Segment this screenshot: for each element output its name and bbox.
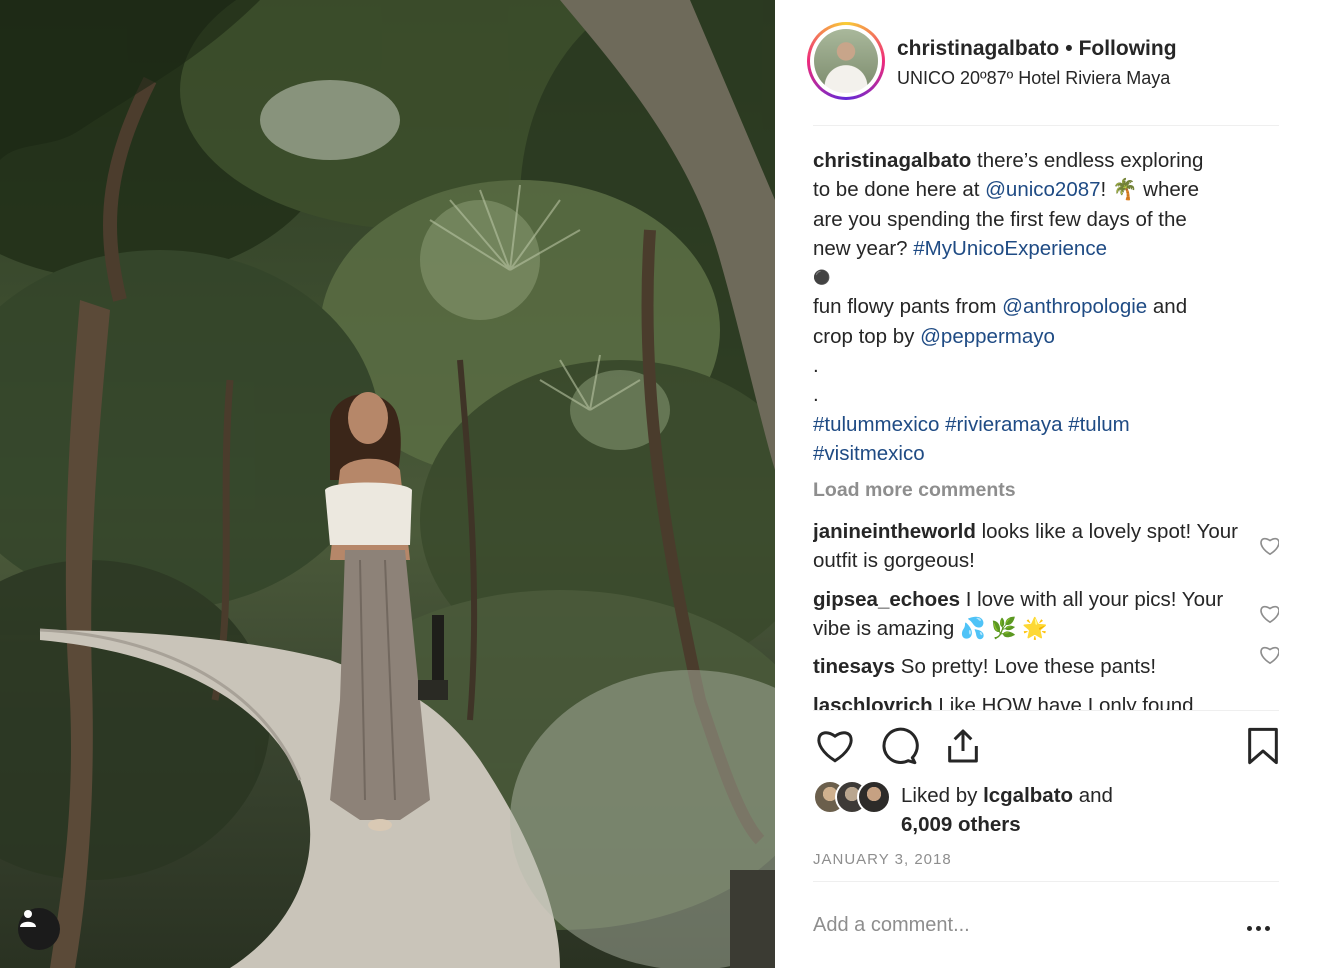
caption-text: and [1147, 295, 1188, 319]
liker-avatar[interactable] [857, 780, 891, 814]
liked-by-user[interactable]: lcgalbato [983, 784, 1073, 807]
mention-link[interactable]: @anthropologie [1002, 295, 1147, 318]
comment-row: laschlovrich Like HOW have I only found [813, 692, 1279, 710]
post-photo[interactable] [0, 0, 775, 968]
liked-by-text: Liked by lcgalbato and 6,009 others [901, 781, 1113, 839]
caption-bullet: ⚫ [813, 269, 831, 286]
comment-row: gipsea_echoes I love with all your pics!… [813, 586, 1279, 644]
caption-text: ! 🌴 where [1100, 178, 1199, 202]
caption-text: are you spending the first few days of t… [813, 207, 1187, 231]
heart-icon[interactable] [1259, 645, 1279, 665]
share-icon [948, 729, 978, 763]
heart-icon [817, 731, 853, 763]
like-button[interactable] [813, 724, 857, 768]
person-icon [20, 910, 36, 927]
comment-text: So pretty! Love these pants! [900, 655, 1157, 679]
post-side-panel: christinagalbato • Following UNICO 20º87º … [775, 0, 1332, 968]
avatar [814, 29, 878, 93]
following-button[interactable]: Following [1079, 37, 1177, 60]
share-button[interactable] [941, 724, 985, 768]
more-options-button[interactable] [1247, 918, 1277, 938]
caption-text: fun flowy pants from [813, 295, 1003, 319]
caption-text: new year? [813, 236, 914, 260]
save-button[interactable] [1241, 724, 1285, 768]
mention-link[interactable]: @peppermayo [920, 325, 1055, 348]
caption-username[interactable]: christinagalbato [813, 149, 971, 172]
hashtag-links[interactable]: #visitmexico [813, 439, 1279, 468]
likes-section: Liked by lcgalbato and 6,009 others [813, 778, 1279, 848]
comment-username[interactable]: janineintheworld [813, 520, 976, 543]
caption: christinagalbato there’s endless explori… [813, 146, 1279, 468]
bookmark-icon [1248, 727, 1278, 765]
header-username[interactable]: christinagalbato [897, 37, 1059, 60]
likes-count[interactable]: 6,009 others [901, 813, 1021, 836]
post-date[interactable]: JANUARY 3, 2018 [813, 851, 952, 868]
caption-text: to be done here at [813, 178, 986, 202]
comment-username[interactable]: tinesays [813, 655, 895, 678]
liked-by-mid: and [1073, 784, 1113, 807]
comment-row: tinesays So pretty! Love these pants! [813, 647, 1279, 682]
more-options-icon [1247, 925, 1252, 931]
caption-text: crop top by [813, 324, 921, 348]
comment-username[interactable]: gipsea_echoes [813, 588, 960, 611]
caption-dot: . [813, 383, 819, 407]
add-comment-input[interactable]: Add a comment... [813, 914, 970, 937]
load-more-comments-button[interactable]: Load more comments [813, 476, 1279, 518]
instagram-post-modal: christinagalbato • Following UNICO 20º87º … [0, 0, 1332, 968]
hashtag-links[interactable]: #tulummexico #rivieramaya #tulum [813, 410, 1279, 439]
separator-dot: • [1065, 37, 1073, 60]
caption-text: there’s endless exploring [977, 149, 1204, 172]
divider [813, 881, 1279, 882]
location-link[interactable]: UNICO 20º87º Hotel Riviera Maya [897, 68, 1170, 89]
heart-icon[interactable] [1259, 536, 1279, 556]
post-header: christinagalbato • Following UNICO 20º87º … [807, 22, 1277, 104]
caption-dot: . [813, 354, 819, 378]
person-figure [325, 392, 430, 831]
heart-icon[interactable] [1259, 604, 1279, 624]
comment-username[interactable]: laschlovrich [813, 694, 933, 710]
comments-section[interactable]: christinagalbato there’s endless explori… [813, 146, 1279, 710]
liked-by-prefix: Liked by [901, 784, 984, 807]
tagged-users-button[interactable] [18, 908, 60, 950]
comment-button[interactable] [877, 724, 921, 768]
jungle-scene [0, 0, 775, 968]
comment-icon [882, 727, 919, 765]
action-bar [813, 724, 1279, 774]
divider [813, 710, 1279, 711]
story-ring[interactable] [807, 22, 885, 100]
comment-row: janineintheworld looks like a lovely spo… [813, 518, 1279, 576]
comment-text: Like HOW have I only found [938, 694, 1194, 710]
mention-link[interactable]: @unico2087 [985, 178, 1100, 201]
hashtag-link[interactable]: #MyUnicoExperience [913, 237, 1107, 260]
header-line: christinagalbato • Following [897, 37, 1177, 61]
divider [813, 125, 1279, 126]
